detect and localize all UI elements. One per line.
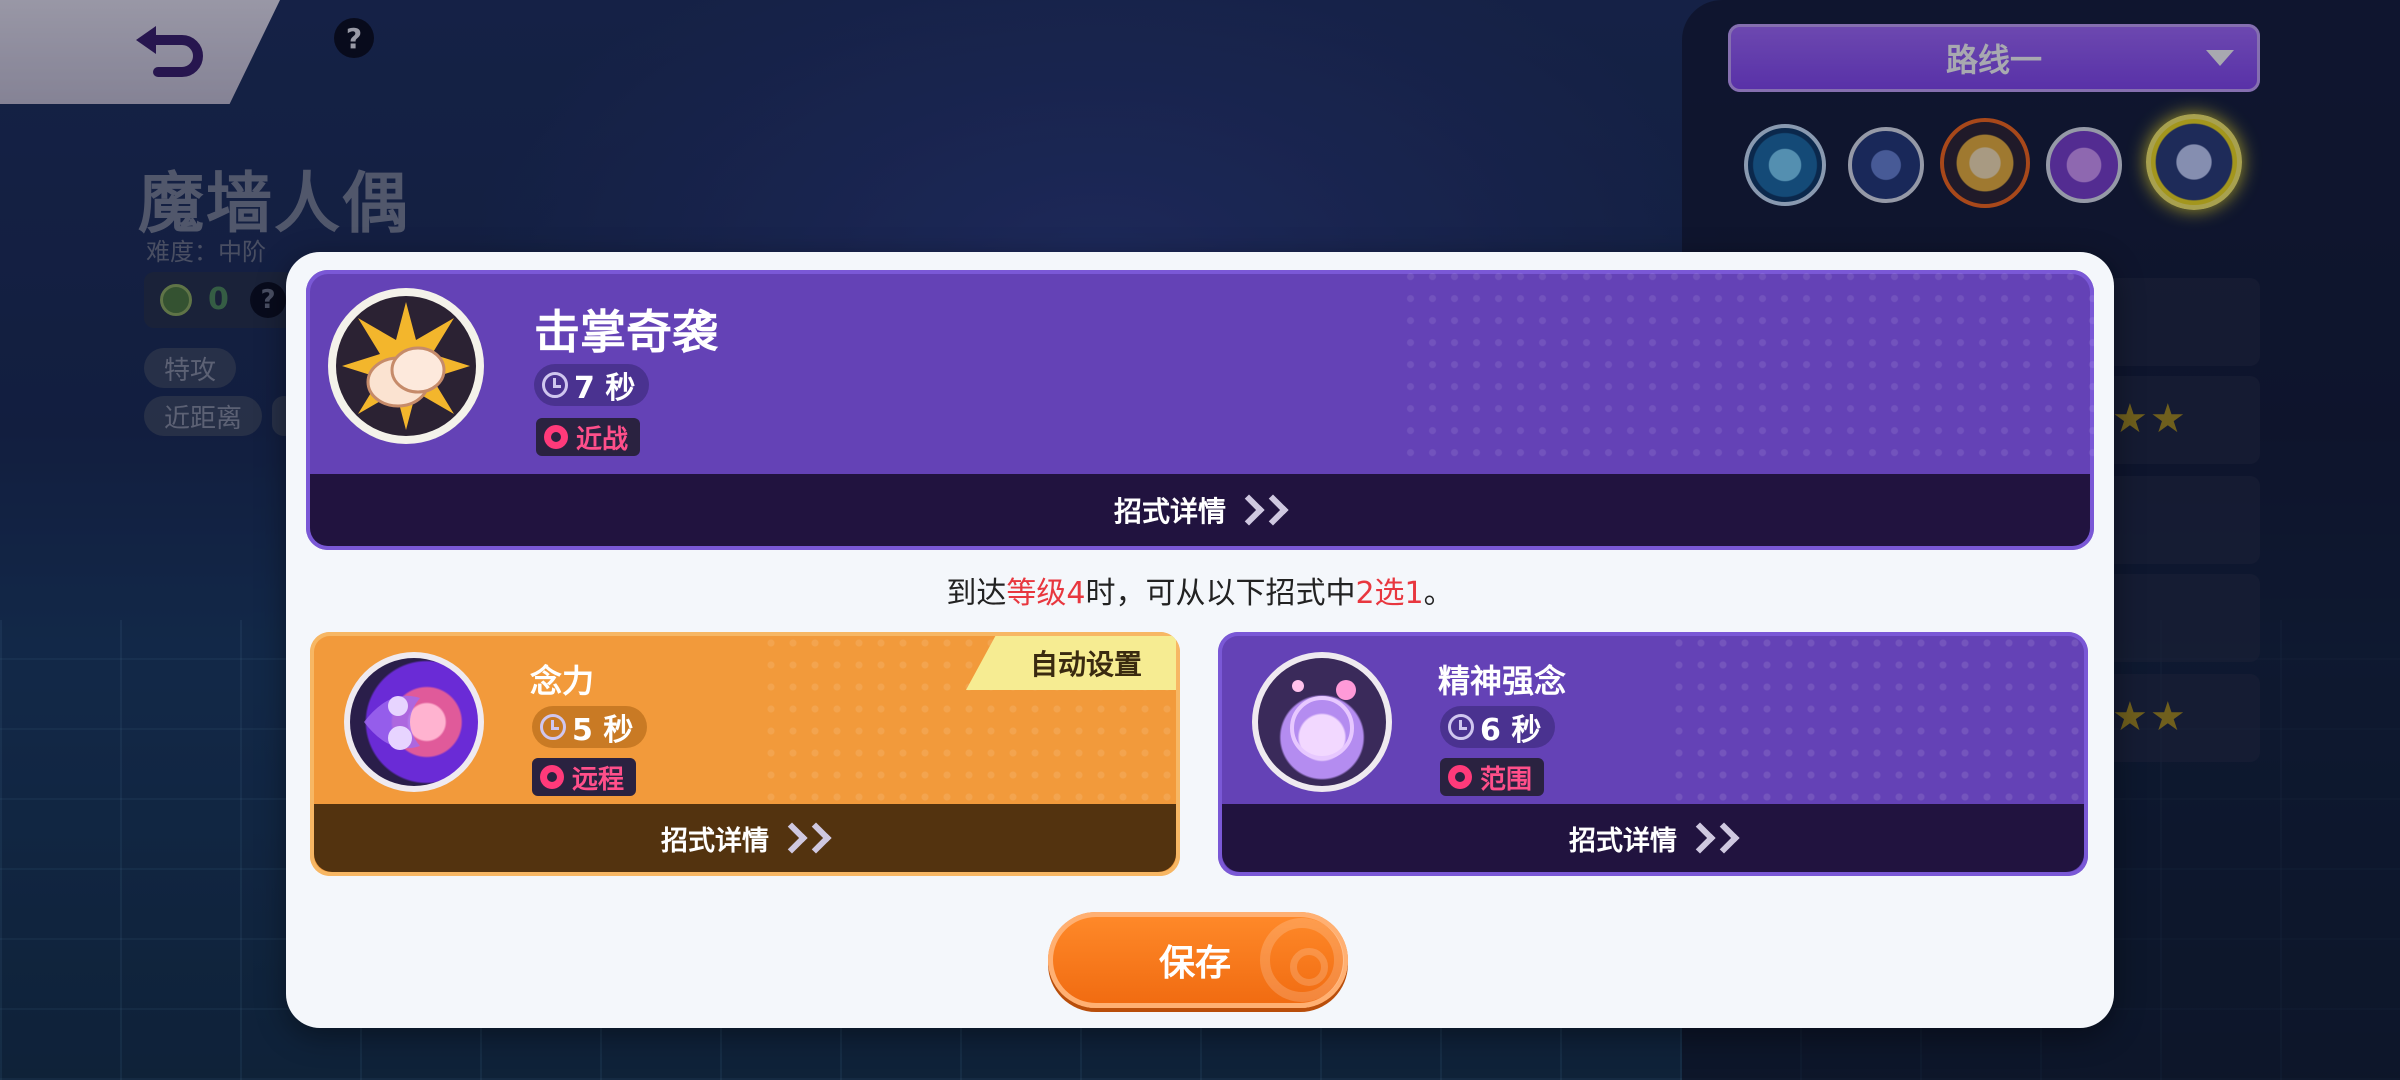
cooldown-pill: 5 秒 bbox=[532, 706, 648, 748]
psychic-icon bbox=[1252, 652, 1392, 792]
move-name: 击掌奇袭 bbox=[534, 305, 718, 359]
move-type-chip: 远程 bbox=[532, 758, 637, 796]
double-chevron-right-icon bbox=[1233, 494, 1289, 526]
cooldown-value: 5 秒 bbox=[572, 713, 634, 748]
area-icon bbox=[1448, 765, 1472, 789]
move-details-label: 招式详情 bbox=[1113, 495, 1226, 528]
option-details-label: 招式详情 bbox=[661, 825, 769, 857]
cooldown-pill: 6 秒 bbox=[1440, 706, 1556, 748]
move-details-button[interactable]: 招式详情 bbox=[310, 474, 2090, 546]
move-select-dialog: 击掌奇袭 7 秒 近战 招式详情 到达等级4时，可从以下招式中2选1。 自动设置 bbox=[286, 252, 2114, 1028]
cooldown-value: 7 秒 bbox=[574, 371, 636, 406]
option-card-psychic[interactable]: 精神强念 6 秒 范围 招式详情 bbox=[1218, 632, 2088, 876]
auto-set-badge: 自动设置 bbox=[966, 636, 1176, 690]
covet-slap-icon bbox=[328, 288, 484, 444]
level-notice: 到达等级4时，可从以下招式中2选1。 bbox=[286, 568, 2114, 612]
melee-icon bbox=[544, 425, 568, 449]
clock-icon bbox=[1448, 714, 1474, 740]
pokeball-icon bbox=[1260, 918, 1344, 1002]
current-move-card: 击掌奇袭 7 秒 近战 招式详情 bbox=[306, 270, 2094, 550]
clock-icon bbox=[542, 372, 568, 398]
double-chevron-right-icon bbox=[1684, 822, 1740, 854]
option-name: 念力 bbox=[530, 662, 595, 700]
move-type-chip: 近战 bbox=[536, 418, 641, 456]
double-chevron-right-icon bbox=[776, 822, 832, 854]
notice-level: 等级4 bbox=[1006, 576, 1086, 611]
move-type-label: 远程 bbox=[572, 764, 625, 795]
move-type-chip: 范围 bbox=[1440, 758, 1545, 796]
option-details-label: 招式详情 bbox=[1569, 825, 1677, 857]
confusion-icon bbox=[344, 652, 484, 792]
ranged-icon bbox=[540, 765, 564, 789]
clock-icon bbox=[540, 714, 566, 740]
cooldown-value: 6 秒 bbox=[1480, 713, 1542, 748]
cooldown-pill: 7 秒 bbox=[534, 364, 650, 406]
notice-suffix: 。 bbox=[1423, 576, 1454, 611]
save-button[interactable]: 保存 bbox=[1048, 912, 1348, 1008]
option-card-confusion[interactable]: 自动设置 念力 5 秒 远程 招式详情 bbox=[310, 632, 1180, 876]
move-type-label: 近战 bbox=[576, 424, 629, 455]
notice-prefix: 到达 bbox=[946, 576, 1007, 611]
save-button-label: 保存 bbox=[1158, 943, 1231, 984]
option-details-button[interactable]: 招式详情 bbox=[1222, 804, 2084, 872]
option-name: 精神强念 bbox=[1438, 662, 1567, 700]
notice-choice: 2选1 bbox=[1355, 576, 1424, 611]
notice-middle: 时，可从以下招式中 bbox=[1085, 576, 1356, 611]
option-details-button[interactable]: 招式详情 bbox=[314, 804, 1176, 872]
move-type-label: 范围 bbox=[1480, 764, 1533, 795]
